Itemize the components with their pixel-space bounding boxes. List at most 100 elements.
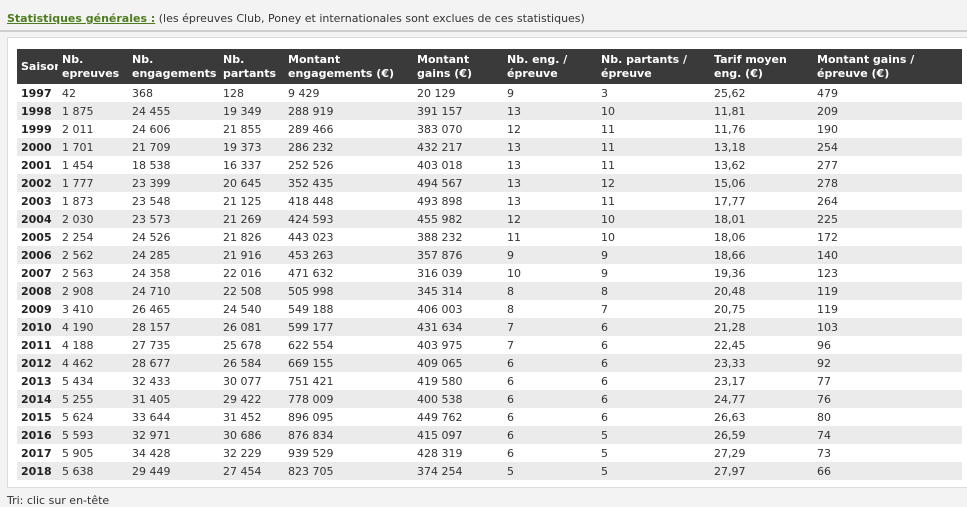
table-cell: 20 129 [417, 86, 456, 100]
table-cell: 27,29 [714, 446, 746, 460]
column-header-nb-engagements[interactable]: Nb. engagements [128, 49, 219, 84]
table-cell-saison: 2000 [21, 140, 52, 154]
table-cell: 471 632 [288, 266, 334, 280]
table-cell: 10 [507, 266, 521, 280]
table-row: 2010 4 190 28 157 26 081 599 177 431 634 7 6 21,… [17, 318, 962, 336]
table-cell: 391 157 [417, 104, 463, 118]
table-cell: 9 [601, 266, 608, 280]
footer-note: Tri: clic sur en-tête [7, 494, 110, 507]
table-cell: 5 905 [62, 446, 94, 460]
table-cell: 419 580 [417, 374, 463, 388]
table-cell: 424 593 [288, 212, 334, 226]
table-cell: 352 435 [288, 176, 334, 190]
table-cell: 31 405 [132, 392, 171, 406]
table-cell: 403 018 [417, 158, 463, 172]
table-cell: 4 190 [62, 320, 94, 334]
table-row: 1998 1 875 24 455 19 349 288 919 391 157 13 10 1… [17, 102, 962, 120]
table-cell: 406 003 [417, 302, 463, 316]
table-cell: 1 875 [62, 104, 94, 118]
table-cell: 24,77 [714, 392, 746, 406]
table-cell: 26 081 [223, 320, 262, 334]
table-cell: 6 [601, 410, 608, 424]
table-cell: 12 [507, 122, 521, 136]
column-header-gains-par-epreuve[interactable]: Montant gains / épreuve (€) [813, 49, 962, 84]
table-cell: 5 [507, 464, 514, 478]
column-header-montant-gains[interactable]: Montant gains (€) [413, 49, 503, 84]
column-header-eng-par-epreuve[interactable]: Nb. eng. / épreuve [503, 49, 597, 84]
table-cell: 6 [507, 446, 514, 460]
table-cell: 18,66 [714, 248, 746, 262]
table-cell-saison: 1998 [21, 104, 52, 118]
table-cell: 357 876 [417, 248, 463, 262]
table-cell: 1 454 [62, 158, 94, 172]
table-cell: 505 998 [288, 284, 334, 298]
table-cell: 5 593 [62, 428, 94, 442]
table-row: 2015 5 624 33 644 31 452 896 095 449 762 6 6 26,… [17, 408, 962, 426]
table-cell: 21 269 [223, 212, 262, 226]
table-cell: 123 [817, 266, 838, 280]
table-cell-saison: 2008 [21, 284, 52, 298]
table-cell: 24 540 [223, 302, 262, 316]
table-cell-saison: 2011 [21, 338, 52, 352]
table-cell: 428 319 [417, 446, 463, 460]
column-header-saison[interactable]: Saison [17, 49, 58, 84]
column-header-nb-epreuves[interactable]: Nb. epreuves [58, 49, 128, 84]
table-cell: 415 097 [417, 428, 463, 442]
table-row: 2003 1 873 23 548 21 125 418 448 493 898 13 11 1… [17, 192, 962, 210]
table-cell: 9 [601, 248, 608, 262]
table-cell-saison: 2002 [21, 176, 52, 190]
table-cell: 13 [507, 158, 521, 172]
stats-title-link[interactable]: Statistiques générales : [7, 12, 155, 25]
table-cell: 27,97 [714, 464, 746, 478]
table-cell-saison: 2015 [21, 410, 52, 424]
table-cell: 2 563 [62, 266, 94, 280]
table-cell: 31 452 [223, 410, 262, 424]
table-row: 2001 1 454 18 538 16 337 252 526 403 018 13 11 1… [17, 156, 962, 174]
table-row: 2012 4 462 28 677 26 584 669 155 409 065 6 6 23,… [17, 354, 962, 372]
table-cell: 13 [507, 194, 521, 208]
table-cell: 400 538 [417, 392, 463, 406]
table-row: 2000 1 701 21 709 19 373 286 232 432 217 13 11 1… [17, 138, 962, 156]
table-cell: 6 [601, 338, 608, 352]
table-cell: 6 [507, 410, 514, 424]
table-cell: 24 710 [132, 284, 171, 298]
table-cell: 103 [817, 320, 838, 334]
table-cell: 18,01 [714, 212, 746, 226]
table-cell: 6 [601, 392, 608, 406]
table-cell: 11 [601, 140, 615, 154]
table-cell: 26,63 [714, 410, 746, 424]
column-header-tarif-moyen[interactable]: Tarif moyen eng. (€) [710, 49, 813, 84]
table-cell: 11 [601, 194, 615, 208]
table-cell: 493 898 [417, 194, 463, 208]
table-cell: 5 255 [62, 392, 94, 406]
column-header-montant-engagements[interactable]: Montant engagements (€) [284, 49, 413, 84]
table-cell: 18 538 [132, 158, 171, 172]
table-cell: 34 428 [132, 446, 171, 460]
table-cell: 5 [601, 446, 608, 460]
table-cell: 6 [507, 428, 514, 442]
table-cell-saison: 2007 [21, 266, 52, 280]
table-cell: 11,76 [714, 122, 746, 136]
table-cell: 128 [223, 86, 244, 100]
table-cell: 3 [601, 86, 608, 100]
table-cell: 21,28 [714, 320, 746, 334]
table-cell: 418 448 [288, 194, 334, 208]
table-cell: 10 [601, 212, 615, 226]
table-cell: 27 735 [132, 338, 171, 352]
table-cell: 455 982 [417, 212, 463, 226]
table-body: 1997 42 368 128 9 429 20 129 9 3 25,62 479 1998 1 8… [17, 84, 962, 480]
table-cell: 20,48 [714, 284, 746, 298]
table-cell: 876 834 [288, 428, 334, 442]
table-cell: 443 023 [288, 230, 334, 244]
table-cell: 23 399 [132, 176, 171, 190]
column-header-nb-partants[interactable]: Nb. partants [219, 49, 284, 84]
table-cell: 403 975 [417, 338, 463, 352]
table-cell: 24 285 [132, 248, 171, 262]
table-cell: 254 [817, 140, 838, 154]
stats-subtitle: (les épreuves Club, Poney et internation… [155, 12, 585, 25]
table-cell-saison: 2017 [21, 446, 52, 460]
table-cell: 32 229 [223, 446, 262, 460]
table-cell: 96 [817, 338, 831, 352]
table-cell: 22 508 [223, 284, 262, 298]
column-header-partants-par-epreuve[interactable]: Nb. partants / épreuve [597, 49, 710, 84]
